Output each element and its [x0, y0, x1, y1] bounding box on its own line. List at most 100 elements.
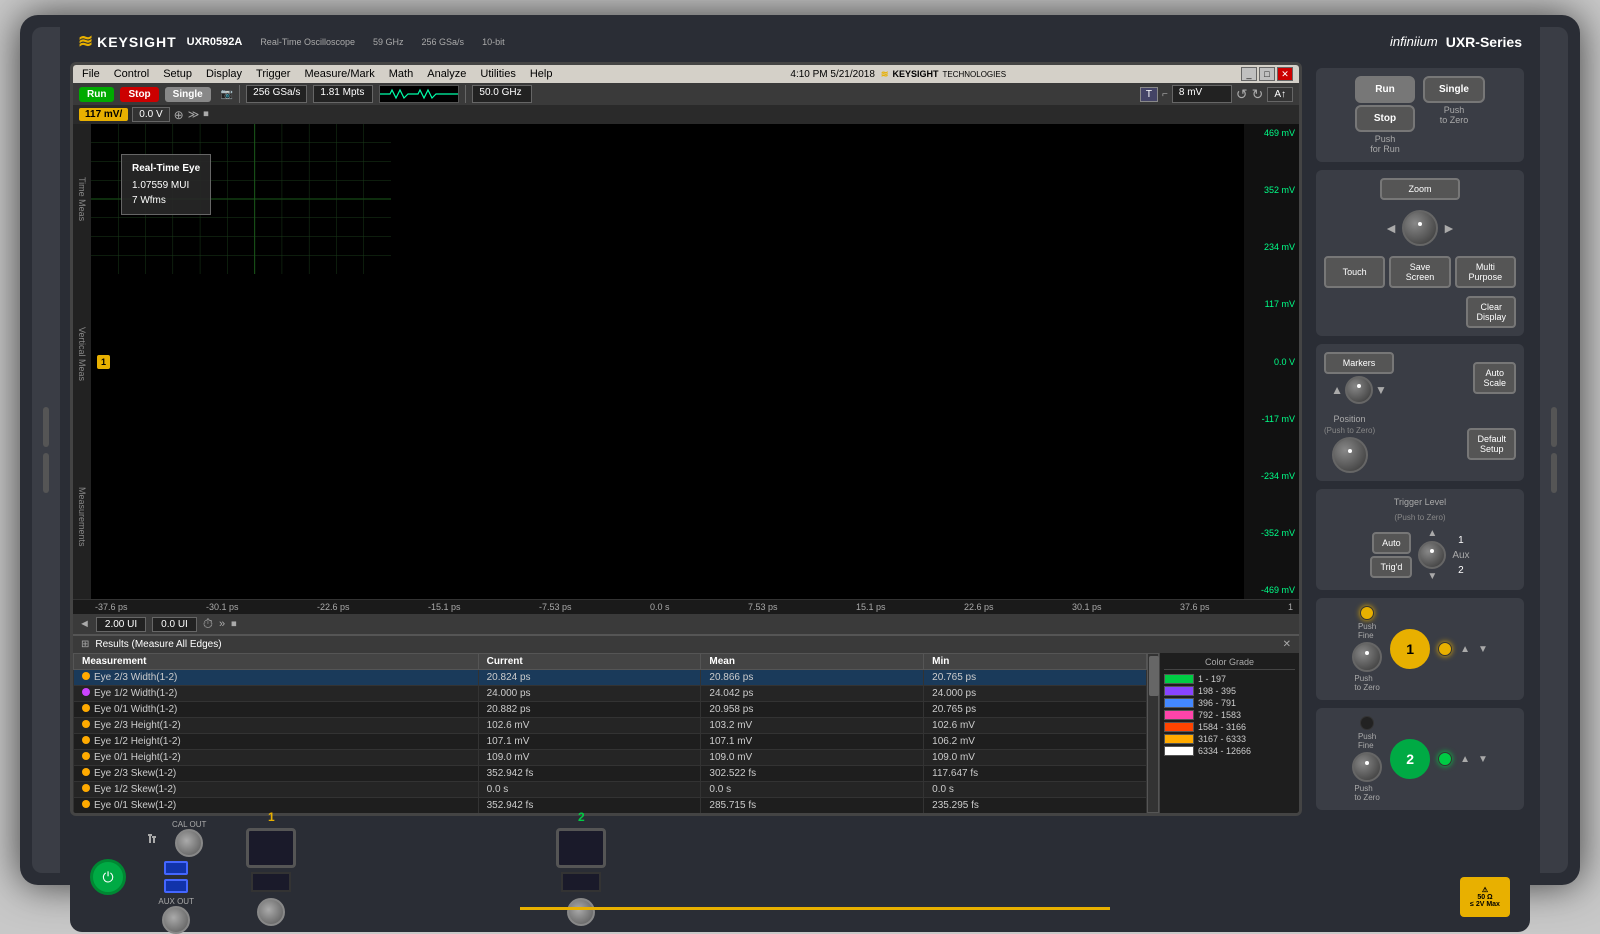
meas-mean-cell: 103.2 mV — [701, 718, 924, 734]
meas-mean-cell: 24.042 ps — [701, 686, 924, 702]
minimize-button[interactable]: _ — [1241, 67, 1257, 81]
trigger-arrow-up[interactable]: ▲ — [1427, 528, 1437, 539]
hw-clear-display-button[interactable]: ClearDisplay — [1466, 296, 1516, 328]
memory-field[interactable]: 1.81 Mpts — [313, 85, 373, 103]
zoom-knob[interactable] — [1402, 210, 1438, 246]
ch2-arrow-down[interactable]: ▼ — [1478, 754, 1488, 765]
zoom-arrow-right[interactable]: ► — [1442, 220, 1456, 236]
meas-current-cell: 20.882 ps — [478, 702, 701, 718]
push-to-zero-label: (Push to Zero) — [1324, 426, 1375, 435]
marker-arrow-down[interactable]: ▼ — [1375, 383, 1387, 397]
trigger-arrow-down[interactable]: ▼ — [1427, 571, 1437, 582]
single-button[interactable]: Single — [165, 87, 211, 102]
info-tooltip: Real-Time Eye 1.07559 MUI 7 Wfms — [121, 154, 211, 215]
ch1-arrow-down[interactable]: ▼ — [1478, 644, 1488, 655]
hw-single-button[interactable]: Single — [1423, 76, 1485, 103]
table-row[interactable]: Eye 0/1 Height(1-2) 109.0 mV 109.0 mV 10… — [74, 750, 1147, 766]
hw-touch-button[interactable]: Touch — [1324, 256, 1385, 288]
hw-stop-button[interactable]: Stop — [1355, 105, 1415, 132]
ch1-button[interactable]: 1 — [1390, 629, 1430, 669]
table-row[interactable]: Eye 2/3 Width(1-2) 20.824 ps 20.866 ps 2… — [74, 670, 1147, 686]
hw-run-button[interactable]: Run — [1355, 76, 1415, 103]
marker-arrows: ▲ ▼ — [1331, 376, 1387, 404]
table-row[interactable]: Eye 0/1 Width(1-2) 20.882 ps 20.958 ps 2… — [74, 702, 1147, 718]
position-knob[interactable] — [1332, 437, 1368, 473]
hw-markers-button[interactable]: Markers — [1324, 352, 1394, 374]
cal-label: CAL OUT — [172, 820, 206, 829]
menu-utilities[interactable]: Utilities — [477, 67, 518, 81]
voltage-117mv: 117 mV — [1248, 299, 1295, 309]
run-button[interactable]: Run — [79, 87, 114, 102]
time-value-field[interactable]: 2.00 UI — [96, 617, 146, 632]
channel-offset-value[interactable]: 0.0 V — [132, 107, 169, 122]
trigger-edge-icon: ⌐ — [1162, 89, 1168, 100]
center-panel: File Control Setup Display Trigger Measu… — [70, 62, 1530, 816]
sample-rate-field[interactable]: 256 GSa/s — [246, 85, 307, 103]
handle-right — [1540, 27, 1568, 873]
usb-group: CAL OUT AUX OUT — [146, 820, 206, 934]
table-row[interactable]: Eye 2/3 Skew(1-2) 352.942 fs 302.522 fs … — [74, 766, 1147, 782]
ch2-knob[interactable] — [1352, 752, 1382, 782]
power-button[interactable]: ⏻ — [90, 859, 126, 895]
table-row[interactable]: Eye 1/2 Skew(1-2) 0.0 s 0.0 s 0.0 s — [74, 782, 1147, 798]
marker-arrow-up[interactable]: ▲ — [1331, 383, 1343, 397]
stop-button[interactable]: Stop — [120, 87, 158, 102]
time-nav-right[interactable]: » — [219, 618, 225, 630]
channel-scale-value[interactable]: 117 mV/ — [79, 108, 128, 121]
menu-display[interactable]: Display — [203, 67, 245, 81]
hw-trigD-button[interactable]: Trig'd — [1370, 556, 1412, 578]
timebase-field[interactable]: 50.0 GHz — [472, 85, 532, 103]
menu-tech-text: TECHNOLOGIES — [942, 70, 1006, 79]
results-scrollbar[interactable] — [1147, 653, 1159, 813]
hw-grid-touch: Touch SaveScreen MultiPurpose — [1324, 256, 1516, 288]
results-close-button[interactable]: ✕ — [1283, 639, 1291, 650]
channel-stop-icon: ⏹ — [203, 108, 209, 121]
table-row[interactable]: Eye 2/3 Height(1-2) 102.6 mV 103.2 mV 10… — [74, 718, 1147, 734]
menu-setup[interactable]: Setup — [160, 67, 195, 81]
menu-analyze[interactable]: Analyze — [424, 67, 469, 81]
markers-group: Markers ▲ ▼ — [1324, 352, 1394, 404]
hw-multi-purpose-button[interactable]: MultiPurpose — [1455, 256, 1516, 288]
markers-knob[interactable] — [1345, 376, 1373, 404]
time-226ps: 22.6 ps — [964, 602, 994, 612]
trigger-knob[interactable] — [1418, 541, 1446, 569]
color-grade-entry: 6334 - 12666 — [1164, 746, 1295, 756]
esd-warning: ⚠ 50 Ω ≤ 2V Max — [1460, 877, 1510, 917]
add-channel-button[interactable]: ⊕ — [174, 108, 184, 122]
usb-port-2[interactable] — [164, 879, 188, 893]
undo-button[interactable]: ↺ — [1236, 86, 1248, 103]
time-offset-field[interactable]: 0.0 UI — [152, 617, 197, 632]
trigger-level-field[interactable]: 8 mV — [1172, 85, 1232, 103]
redo-button[interactable]: ↻ — [1252, 86, 1264, 103]
hw-auto-scale-button[interactable]: AutoScale — [1473, 362, 1516, 394]
hw-zoom-button[interactable]: Zoom — [1380, 178, 1460, 200]
usb-port-1[interactable] — [164, 861, 188, 875]
hw-default-setup-button[interactable]: DefaultSetup — [1467, 428, 1516, 460]
channel-arrow-button[interactable]: ≫ — [188, 108, 200, 121]
menu-trigger[interactable]: Trigger — [253, 67, 293, 81]
sample-rate-spec: 256 GSa/s — [422, 37, 465, 47]
position-row: Position (Push to Zero) DefaultSetup — [1324, 414, 1516, 473]
camera-icon[interactable]: 📷 — [221, 89, 233, 100]
ch1-arrow-up[interactable]: ▲ — [1460, 644, 1470, 655]
menu-control[interactable]: Control — [111, 67, 152, 81]
time-nav-left[interactable]: ◄ — [79, 618, 90, 630]
ch2-zoom-label: Pushto Zero — [1354, 784, 1379, 802]
menu-math[interactable]: Math — [386, 67, 416, 81]
close-button[interactable]: ✕ — [1277, 67, 1293, 81]
ch2-arrow-up[interactable]: ▲ — [1460, 754, 1470, 765]
menu-help[interactable]: Help — [527, 67, 556, 81]
hw-save-screen-button[interactable]: SaveScreen — [1389, 256, 1450, 288]
table-row[interactable]: Eye 0/1 Skew(1-2) 352.942 fs 285.715 fs … — [74, 798, 1147, 814]
table-row[interactable]: Eye 1/2 Height(1-2) 107.1 mV 107.1 mV 10… — [74, 734, 1147, 750]
hw-auto-button[interactable]: Auto — [1372, 532, 1411, 554]
zoom-arrow-left[interactable]: ◄ — [1384, 220, 1398, 236]
ch1-led-right — [1438, 642, 1452, 656]
bottom-panel: ⏻ CAL OUT — [70, 822, 1530, 932]
menu-measure[interactable]: Measure/Mark — [301, 67, 377, 81]
menu-file[interactable]: File — [79, 67, 103, 81]
ch1-knob[interactable] — [1352, 642, 1382, 672]
table-row[interactable]: Eye 1/2 Width(1-2) 24.000 ps 24.042 ps 2… — [74, 686, 1147, 702]
maximize-button[interactable]: □ — [1259, 67, 1275, 81]
ch2-button[interactable]: 2 — [1390, 739, 1430, 779]
